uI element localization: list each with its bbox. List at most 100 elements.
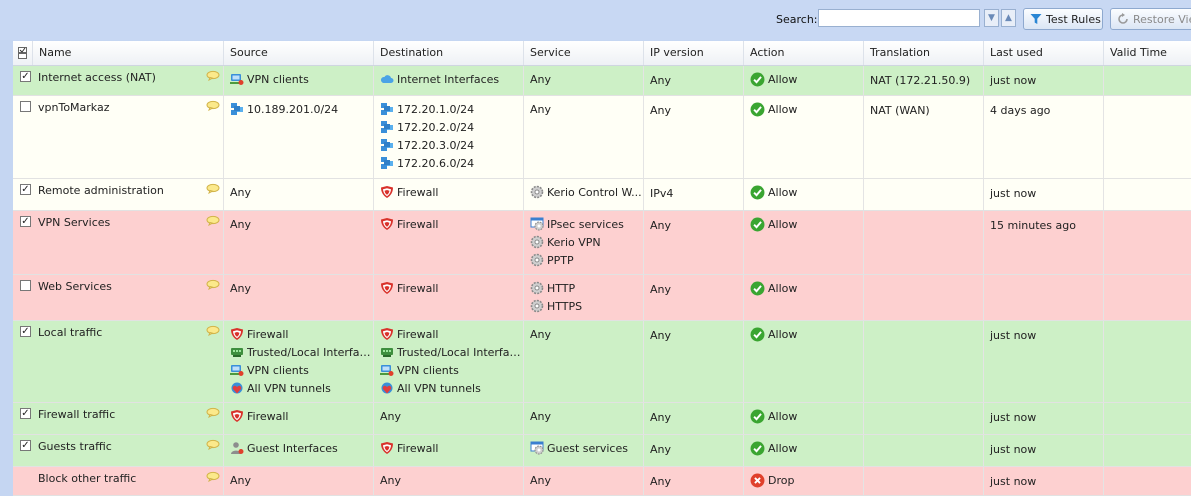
translation-cell[interactable]: NAT (172.21.50.9): [864, 66, 984, 95]
col-destination[interactable]: Destination: [374, 41, 524, 65]
service-cell[interactable]: Any: [524, 66, 644, 95]
table-row[interactable]: ✓ Guests traffic Guest Interfaces Firewall G…: [13, 435, 1191, 467]
last-used-cell[interactable]: just now: [984, 66, 1104, 95]
rule-comment-button[interactable]: [206, 215, 220, 229]
source-cell[interactable]: Any: [224, 179, 374, 210]
service-cell[interactable]: Any: [524, 403, 644, 434]
table-row[interactable]: ✓ Remote administration Any Firewall Kerio C…: [13, 179, 1191, 211]
destination-cell[interactable]: Internet Interfaces: [374, 66, 524, 95]
service-cell[interactable]: Guest services: [524, 435, 644, 466]
valid-time-cell[interactable]: [1104, 467, 1191, 495]
rule-comment-button[interactable]: [206, 439, 220, 453]
rule-enabled-checkbox[interactable]: ✓: [20, 326, 31, 337]
table-row[interactable]: ✓ VPN Services Any Firewall IPsec services Ke…: [13, 211, 1191, 275]
service-cell[interactable]: Any: [524, 321, 644, 402]
last-used-cell[interactable]: 15 minutes ago: [984, 211, 1104, 274]
translation-cell[interactable]: [864, 321, 984, 402]
translation-cell[interactable]: [864, 467, 984, 495]
table-row[interactable]: ✓ Firewall traffic Firewall Any Any Any Allow j…: [13, 403, 1191, 435]
destination-cell[interactable]: 172.20.1.0/24 172.20.2.0/24 172.20.3.0/24 1…: [374, 96, 524, 178]
rule-comment-button[interactable]: [206, 325, 220, 339]
translation-cell[interactable]: [864, 275, 984, 320]
rule-name-cell[interactable]: vpnToMarkaz: [13, 96, 224, 178]
destination-cell[interactable]: Firewall Trusted/Local Interfac... VPN cli…: [374, 321, 524, 402]
valid-time-cell[interactable]: [1104, 275, 1191, 320]
service-cell[interactable]: HTTP HTTPS: [524, 275, 644, 320]
col-valid-time[interactable]: Valid Time: [1104, 41, 1191, 65]
valid-time-cell[interactable]: [1104, 179, 1191, 210]
ip-version-cell[interactable]: Any: [644, 66, 744, 95]
valid-time-cell[interactable]: [1104, 435, 1191, 466]
last-used-cell[interactable]: just now: [984, 435, 1104, 466]
restore-view-button[interactable]: Restore View: [1110, 8, 1191, 30]
action-cell[interactable]: Allow: [744, 275, 864, 320]
rule-comment-button[interactable]: [206, 471, 220, 485]
col-last-used[interactable]: Last used: [984, 41, 1104, 65]
valid-time-cell[interactable]: [1104, 211, 1191, 274]
last-used-cell[interactable]: 4 days ago: [984, 96, 1104, 178]
rule-enabled-checkbox[interactable]: [20, 280, 31, 291]
source-cell[interactable]: 10.189.201.0/24: [224, 96, 374, 178]
translation-cell[interactable]: [864, 403, 984, 434]
ip-version-cell[interactable]: Any: [644, 467, 744, 495]
col-action[interactable]: Action: [744, 41, 864, 65]
col-ip-version[interactable]: IP version: [644, 41, 744, 65]
table-row[interactable]: ✓ Local traffic Firewall Trusted/Local Inte…: [13, 321, 1191, 403]
valid-time-cell[interactable]: [1104, 66, 1191, 95]
valid-time-cell[interactable]: [1104, 321, 1191, 402]
rule-name-cell[interactable]: ✓ VPN Services: [13, 211, 224, 274]
last-used-cell[interactable]: just now: [984, 467, 1104, 495]
source-cell[interactable]: Firewall: [224, 403, 374, 434]
translation-cell[interactable]: NAT (WAN): [864, 96, 984, 178]
rule-name-cell[interactable]: ✓ Remote administration: [13, 179, 224, 210]
table-row[interactable]: Block other traffic Any Any Any Any Drop just …: [13, 467, 1191, 496]
rule-comment-button[interactable]: [206, 100, 220, 114]
translation-cell[interactable]: [864, 211, 984, 274]
service-cell[interactable]: Any: [524, 96, 644, 178]
source-cell[interactable]: Any: [224, 211, 374, 274]
last-used-cell[interactable]: just now: [984, 403, 1104, 434]
select-all-toggle[interactable]: [13, 41, 33, 65]
service-cell[interactable]: Kerio Control W...: [524, 179, 644, 210]
rule-name-cell[interactable]: ✓ Internet access (NAT): [13, 66, 224, 95]
source-cell[interactable]: Firewall Trusted/Local Interfac... VPN cli…: [224, 321, 374, 402]
col-service[interactable]: Service: [524, 41, 644, 65]
source-cell[interactable]: VPN clients: [224, 66, 374, 95]
action-cell[interactable]: Allow: [744, 211, 864, 274]
rule-comment-button[interactable]: [206, 70, 220, 84]
valid-time-cell[interactable]: [1104, 96, 1191, 178]
action-cell[interactable]: Drop: [744, 467, 864, 495]
rule-comment-button[interactable]: [206, 183, 220, 197]
rule-comment-button[interactable]: [206, 407, 220, 421]
table-row[interactable]: Web Services Any Firewall HTTP HTTPS Any Allow: [13, 275, 1191, 321]
col-translation[interactable]: Translation: [864, 41, 984, 65]
ip-version-cell[interactable]: Any: [644, 321, 744, 402]
rule-enabled-checkbox[interactable]: ✓: [20, 408, 31, 419]
action-cell[interactable]: Allow: [744, 66, 864, 95]
search-next-icon[interactable]: ▼: [984, 9, 999, 27]
destination-cell[interactable]: Firewall: [374, 435, 524, 466]
col-source[interactable]: Source: [224, 41, 374, 65]
ip-version-cell[interactable]: Any: [644, 403, 744, 434]
rule-enabled-checkbox[interactable]: [20, 101, 31, 112]
search-prev-icon[interactable]: ▲: [1001, 9, 1016, 27]
rule-name-cell[interactable]: ✓ Guests traffic: [13, 435, 224, 466]
ip-version-cell[interactable]: Any: [644, 435, 744, 466]
rule-enabled-checkbox[interactable]: ✓: [20, 184, 31, 195]
search-input[interactable]: [818, 9, 980, 27]
ip-version-cell[interactable]: Any: [644, 211, 744, 274]
destination-cell[interactable]: Any: [374, 403, 524, 434]
test-rules-button[interactable]: Test Rules: [1023, 8, 1103, 30]
service-cell[interactable]: Any: [524, 467, 644, 495]
translation-cell[interactable]: [864, 435, 984, 466]
rule-name-cell[interactable]: Web Services: [13, 275, 224, 320]
service-cell[interactable]: IPsec services Kerio VPN PPTP: [524, 211, 644, 274]
ip-version-cell[interactable]: Any: [644, 275, 744, 320]
translation-cell[interactable]: [864, 179, 984, 210]
col-name[interactable]: Name: [33, 41, 224, 65]
rule-name-cell[interactable]: ✓ Local traffic: [13, 321, 224, 402]
valid-time-cell[interactable]: [1104, 403, 1191, 434]
source-cell[interactable]: Any: [224, 275, 374, 320]
action-cell[interactable]: Allow: [744, 96, 864, 178]
rule-enabled-checkbox[interactable]: ✓: [20, 216, 31, 227]
